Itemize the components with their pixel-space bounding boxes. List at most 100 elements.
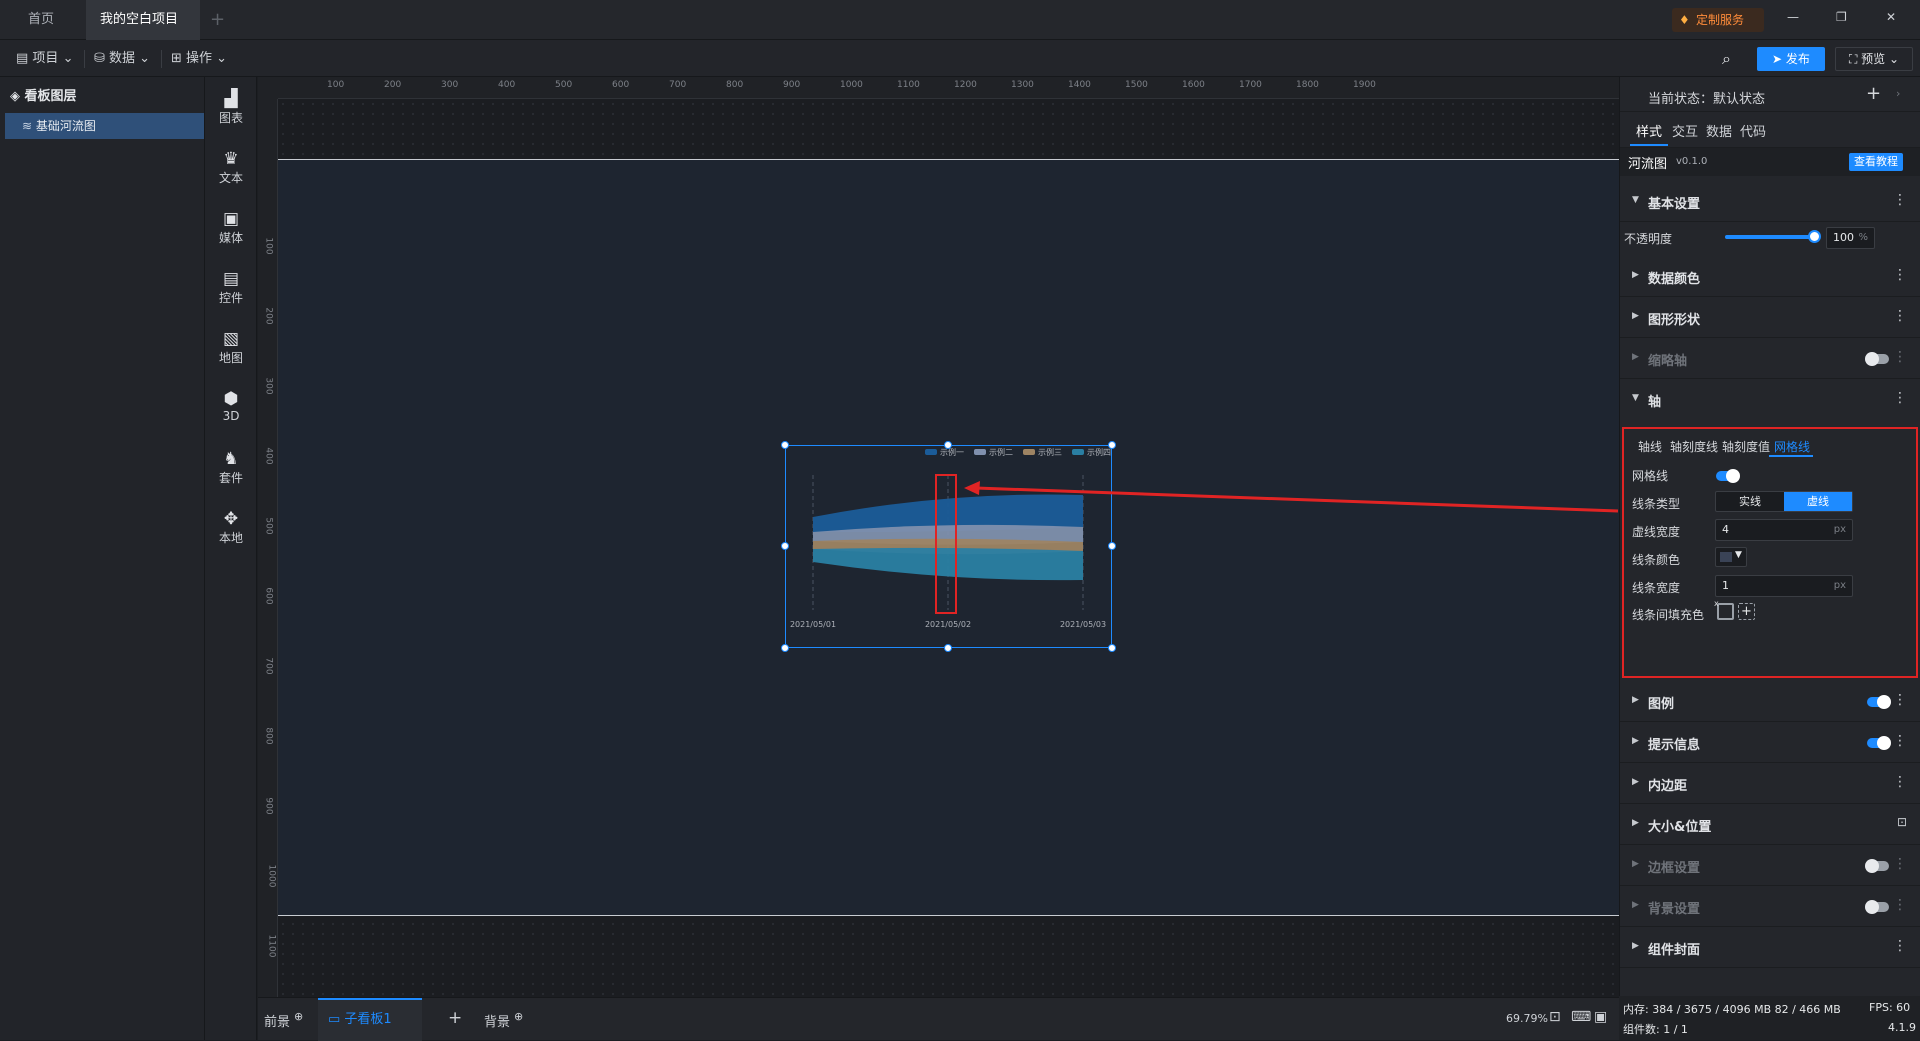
section-zoom-axis[interactable]: ▶ 缩略轴 ⋮ xyxy=(1620,338,1920,379)
section-size-position[interactable]: ▶ 大小&位置 ⊡ xyxy=(1620,804,1920,845)
add-tab-button[interactable]: + xyxy=(210,9,225,30)
axis-tab-tick[interactable]: 轴刻度线 xyxy=(1670,438,1718,455)
preview-button[interactable]: ⛶ 预览 ⌄ xyxy=(1835,47,1913,71)
caret-right-icon: ▶ xyxy=(1632,695,1639,705)
ruler-label: 400 xyxy=(263,447,274,465)
layer-item[interactable]: ≋ 基础河流图 xyxy=(5,113,204,139)
resize-handle[interactable] xyxy=(1108,441,1116,449)
lock-icon[interactable]: ⊡ xyxy=(1897,815,1907,829)
zoom-axis-toggle[interactable] xyxy=(1865,352,1889,366)
search-icon[interactable]: ⌕ xyxy=(1722,49,1731,69)
custom-service-button[interactable]: ♦ 定制服务 xyxy=(1672,8,1764,32)
opacity-row: 不透明度 100% xyxy=(1620,222,1920,256)
section-background[interactable]: ▶ 背景设置 ⋮ xyxy=(1620,886,1920,927)
opacity-slider[interactable] xyxy=(1725,230,1821,243)
more-icon[interactable]: ⋮ xyxy=(1893,192,1907,208)
section-cover[interactable]: ▶ 组件封面 ⋮ xyxy=(1620,927,1920,968)
resize-handle[interactable] xyxy=(781,644,789,652)
tab-home[interactable]: 首页 xyxy=(14,0,70,40)
tab-data[interactable]: 数据 xyxy=(1706,121,1732,140)
more-icon[interactable]: ⋮ xyxy=(1893,774,1907,790)
section-legend[interactable]: ▶ 图例 ⋮ xyxy=(1620,681,1920,722)
background-toggle[interactable] xyxy=(1865,900,1889,914)
remove-icon[interactable]: x xyxy=(1714,599,1719,608)
tab-code[interactable]: 代码 xyxy=(1740,121,1766,140)
legend-toggle[interactable] xyxy=(1867,695,1891,709)
dashed-option[interactable]: 虚线 xyxy=(1784,492,1852,511)
section-tooltip[interactable]: ▶ 提示信息 ⋮ xyxy=(1620,722,1920,763)
keyboard-icon[interactable]: ⌨ xyxy=(1571,1009,1591,1025)
rail-item-map[interactable]: ▧ 地图 xyxy=(205,329,257,366)
resize-handle[interactable] xyxy=(781,542,789,550)
restore-button[interactable]: ❐ xyxy=(1836,10,1847,24)
tab-sub-board[interactable]: ▭ 子看板1 xyxy=(318,998,422,1041)
section-data-color[interactable]: ▶ 数据颜色 ⋮ xyxy=(1620,256,1920,297)
rail-label: 本地 xyxy=(218,531,243,545)
media-icon: ▣ xyxy=(222,209,240,229)
chevron-right-icon[interactable]: › xyxy=(1896,87,1900,100)
line-width-input[interactable]: 1 px xyxy=(1715,575,1853,597)
fill-swatch-empty[interactable] xyxy=(1717,603,1734,620)
tutorial-button[interactable]: 查看教程 xyxy=(1849,153,1903,171)
add-board-button[interactable]: + xyxy=(448,1008,462,1028)
axis-tab-gridline[interactable]: 网格线 xyxy=(1774,438,1810,455)
rail-item-text[interactable]: ♛ 文本 xyxy=(205,149,257,186)
line-color-picker[interactable]: ▼ xyxy=(1715,547,1747,567)
more-icon[interactable]: ⋮ xyxy=(1893,390,1907,406)
more-icon[interactable]: ⋮ xyxy=(1893,856,1907,872)
zoom-level[interactable]: 69.79% xyxy=(1506,1012,1548,1025)
axis-tab-tick-value[interactable]: 轴刻度值 xyxy=(1722,438,1770,455)
ruler-label: 600 xyxy=(263,587,274,605)
dash-width-input[interactable]: 4 px xyxy=(1715,519,1853,541)
more-icon[interactable]: ⋮ xyxy=(1893,897,1907,913)
menu-operate[interactable]: ⊞ 操作 ⌄ xyxy=(165,48,233,70)
tab-interaction[interactable]: 交互 xyxy=(1672,121,1698,140)
back-label: 背景 xyxy=(484,1015,511,1030)
rail-item-local[interactable]: ✥ 本地 xyxy=(205,509,257,546)
resize-handle[interactable] xyxy=(781,441,789,449)
terminal-icon[interactable]: ▣ xyxy=(1594,1009,1607,1025)
publish-button[interactable]: ➤ 发布 xyxy=(1757,47,1825,71)
axis-tab-line[interactable]: 轴线 xyxy=(1638,438,1662,455)
close-button[interactable]: ✕ xyxy=(1886,10,1896,24)
more-icon[interactable]: ⋮ xyxy=(1893,349,1907,365)
rail-item-control[interactable]: ▤ 控件 xyxy=(205,269,257,306)
resize-handle[interactable] xyxy=(944,441,952,449)
rail-item-chart[interactable]: ▟ 图表 xyxy=(205,89,257,126)
more-icon[interactable]: ⋮ xyxy=(1893,692,1907,708)
fit-screen-icon[interactable]: ⊡ xyxy=(1549,1009,1561,1025)
menu-data[interactable]: ⛁ 数据 ⌄ xyxy=(88,48,156,70)
toolbar: ▤ 项目 ⌄ ⛁ 数据 ⌄ ⊞ 操作 ⌄ ⌕ ➤ 发布 ⛶ 预览 ⌄ xyxy=(0,40,1920,77)
more-icon[interactable]: ⋮ xyxy=(1893,938,1907,954)
rail-item-3d[interactable]: ⬢ 3D xyxy=(205,389,257,423)
rail-label: 控件 xyxy=(218,291,243,305)
tab-style[interactable]: 样式 xyxy=(1636,121,1662,140)
opacity-slider-knob[interactable] xyxy=(1808,230,1821,243)
gridline-toggle[interactable] xyxy=(1716,469,1740,483)
add-state-button[interactable]: + xyxy=(1866,83,1881,104)
menu-project[interactable]: ▤ 项目 ⌄ xyxy=(10,48,79,70)
section-padding[interactable]: ▶ 内边距 ⋮ xyxy=(1620,763,1920,804)
more-icon[interactable]: ⋮ xyxy=(1893,308,1907,324)
section-axis[interactable]: ▼ 轴 ⋮ xyxy=(1620,379,1920,420)
resize-handle[interactable] xyxy=(1108,542,1116,550)
back-layer-button[interactable]: 背景 ⊕ xyxy=(484,1010,523,1030)
opacity-input[interactable]: 100% xyxy=(1826,227,1875,249)
border-toggle[interactable] xyxy=(1865,859,1889,873)
minimize-button[interactable]: — xyxy=(1787,10,1799,24)
tooltip-toggle[interactable] xyxy=(1867,736,1891,750)
section-border[interactable]: ▶ 边框设置 ⋮ xyxy=(1620,845,1920,886)
add-fill-color-button[interactable]: + xyxy=(1738,603,1755,620)
resize-handle[interactable] xyxy=(1108,644,1116,652)
resize-handle[interactable] xyxy=(944,644,952,652)
more-icon[interactable]: ⋮ xyxy=(1893,267,1907,283)
rail-item-media[interactable]: ▣ 媒体 xyxy=(205,209,257,246)
more-icon[interactable]: ⋮ xyxy=(1893,733,1907,749)
solid-option[interactable]: 实线 xyxy=(1716,492,1784,511)
front-layer-button[interactable]: 前景 ⊕ xyxy=(264,1010,303,1030)
tab-project[interactable]: 我的空白项目 xyxy=(86,0,200,64)
section-shape[interactable]: ▶ 图形形状 ⋮ xyxy=(1620,297,1920,338)
river-chart-component[interactable]: 示例一 示例二 示例三 示例四 2021/05/01 2021/05/02 2021/05… xyxy=(781,441,1116,652)
rail-item-kit[interactable]: ♞ 套件 xyxy=(205,449,257,486)
section-basic[interactable]: ▼ 基本设置 ⋮ xyxy=(1620,181,1920,222)
